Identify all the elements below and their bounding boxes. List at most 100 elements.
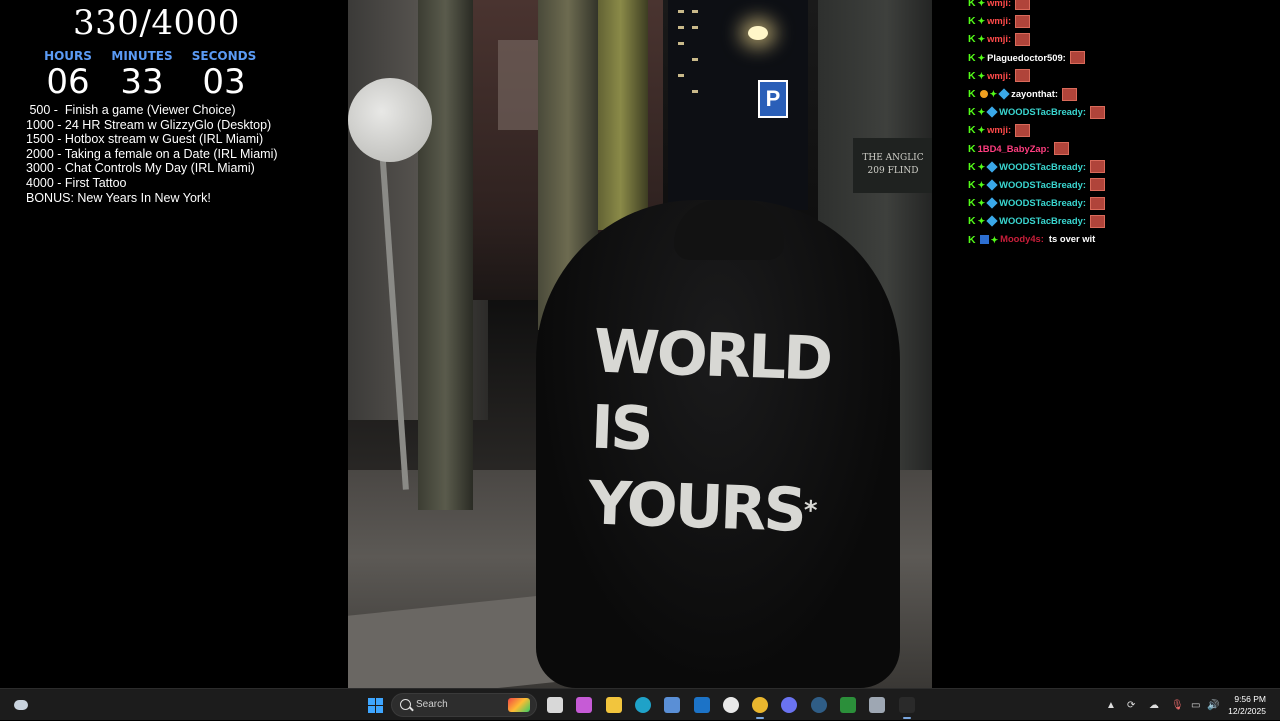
network-icon[interactable]: ▭ (1191, 689, 1200, 721)
onedrive-icon[interactable]: ☁ (1149, 689, 1159, 721)
chat-message: K ✦ wmji: (968, 67, 1268, 85)
chat-username[interactable]: wmji: (987, 12, 1011, 30)
microphone-icon[interactable]: 🎙 (1171, 689, 1184, 721)
gem-badge-icon (998, 88, 1010, 100)
building-sign: THE ANGLIC 209 FLIND (853, 138, 932, 193)
search-icon (400, 699, 411, 710)
chat-emote-icon (1015, 69, 1031, 83)
sparkle-badge-icon: ✦ (977, 107, 986, 118)
chat-emote-icon (1062, 87, 1078, 101)
chat-message: K ✦ WOODSTacBready: (968, 176, 1268, 194)
sync-icon[interactable]: ⟳ (1127, 689, 1135, 721)
gem-badge-icon (986, 161, 998, 173)
discord-icon[interactable] (778, 694, 800, 716)
file-explorer-icon[interactable] (603, 694, 625, 716)
goal-item: 1000 - 24 HR Stream w GlizzyGlo (Desktop… (26, 117, 272, 132)
volume-icon[interactable]: 🔊 (1207, 689, 1219, 721)
kick-badge-icon: K (968, 124, 976, 137)
chat-username[interactable]: Plaguedoctor509: (987, 49, 1066, 67)
chat-username[interactable]: WOODSTacBready: (999, 103, 1086, 121)
minutes-value: 33 (120, 62, 164, 102)
chat-username[interactable]: WOODSTacBready: (999, 158, 1086, 176)
kick-badge-icon: K (968, 51, 976, 64)
stream-video: THE ANGLIC 209 FLIND P WORLD IS YOURS* (348, 0, 932, 688)
chat-message: K 1BD4_BabyZap: (968, 140, 1268, 158)
outlook-icon[interactable] (691, 694, 713, 716)
minutes-label: MINUTES (111, 49, 173, 63)
weather-widget-icon[interactable] (10, 694, 32, 716)
chat-username[interactable]: Moody4s: (1000, 230, 1044, 248)
hoodie-text-line: WORLD (592, 316, 832, 395)
chat-emote-icon (1089, 160, 1105, 174)
chat-message: K ✦ WOODSTacBready: (968, 194, 1268, 212)
chat-emote-icon (1053, 142, 1069, 156)
hoodie-text-line: YOURS* (587, 468, 815, 546)
sub-goal-counter: 330/4000 (73, 3, 240, 43)
sparkle-badge-icon: ✦ (990, 234, 999, 245)
chat-username[interactable]: wmji: (987, 0, 1011, 12)
goal-item: 4000 - First Tattoo (26, 175, 127, 190)
store-icon[interactable] (661, 694, 683, 716)
person-head (674, 200, 784, 260)
chat-message: K ✦ wmji: (968, 12, 1268, 30)
start-button[interactable] (364, 694, 386, 716)
chat-username[interactable]: WOODSTacBready: (999, 212, 1086, 230)
chat-message: K ✦ wmji: (968, 0, 1268, 12)
sparkle-badge-icon: ✦ (977, 125, 986, 136)
chat-message: K ✦ WOODSTacBready: (968, 158, 1268, 176)
kick-badge-icon: K (968, 15, 976, 28)
kick-badge-icon: K (968, 215, 976, 228)
copilot-icon[interactable] (573, 694, 595, 716)
sub-goals-list: 500 - Finish a game (Viewer Choice) 1000… (26, 103, 346, 205)
gem-badge-icon (986, 179, 998, 191)
github-icon[interactable] (720, 694, 742, 716)
seconds-label: SECONDS (191, 49, 257, 63)
search-highlight-icon (508, 698, 530, 712)
sparkle-badge-icon: ✦ (977, 161, 986, 172)
kick-badge-icon: K (968, 178, 976, 191)
kick-badge-icon: K (968, 233, 976, 246)
edge-icon[interactable] (632, 694, 654, 716)
kick-badge-icon: K (968, 142, 976, 155)
chat-emote-icon (1015, 0, 1031, 10)
epic-games-icon[interactable] (896, 694, 918, 719)
goal-item: 1500 - Hotbox stream w Guest (IRL Miami) (26, 132, 264, 147)
gem-badge-icon (986, 106, 998, 118)
chat-emote-icon (1089, 178, 1105, 192)
chat-username[interactable]: WOODSTacBready: (999, 176, 1086, 194)
clock-time: 9:56 PM (1234, 694, 1266, 704)
sparkle-badge-icon: ✦ (977, 179, 986, 190)
chrome-icon[interactable] (749, 694, 771, 719)
chat-username[interactable]: 1BD4_BabyZap: (978, 140, 1050, 158)
chat-message: K ✦ WOODSTacBready: (968, 103, 1268, 121)
xbox-icon[interactable] (837, 694, 859, 716)
taskbar: Search ▲ ⟳ ☁ 🎙 ▭ 🔊 9:56 PM 12/2/2025 (0, 688, 1280, 720)
sign-line: 209 FLIND (867, 166, 919, 176)
tree-trunk (593, 0, 648, 230)
sparkle-badge-icon: ✦ (977, 16, 986, 27)
chat-username[interactable]: WOODSTacBready: (999, 194, 1086, 212)
steam-icon[interactable] (808, 694, 830, 716)
kick-badge-icon: K (968, 160, 976, 173)
goal-item: 2000 - Taking a female on a Date (IRL Mi… (26, 146, 278, 161)
goal-item: BONUS: New Years In New York! (26, 190, 211, 205)
task-view-icon[interactable] (544, 694, 566, 716)
verified-badge-icon (979, 235, 989, 245)
chat-emote-icon (1069, 51, 1085, 65)
clock-date: 12/2/2025 (1228, 706, 1266, 716)
chat-username[interactable]: wmji: (987, 30, 1011, 48)
taskbar-search[interactable]: Search (391, 693, 537, 717)
chat-emote-icon (1015, 14, 1031, 28)
chat-message: K ✦ zayonthat: (968, 85, 1268, 103)
sparkle-badge-icon: ✦ (977, 52, 986, 63)
settings-icon[interactable] (866, 694, 888, 716)
chat-username[interactable]: zayonthat: (1011, 85, 1058, 103)
chat-message: K ✦ Plaguedoctor509: (968, 49, 1268, 67)
chat-message: K ✦ wmji: (968, 30, 1268, 48)
show-hidden-icons-button[interactable]: ▲ (1106, 689, 1116, 721)
chat-username[interactable]: wmji: (987, 67, 1011, 85)
chat-text: ts over wit (1048, 233, 1096, 245)
kick-badge-icon: K (968, 88, 976, 101)
system-clock[interactable]: 9:56 PM 12/2/2025 (1228, 693, 1266, 717)
chat-username[interactable]: wmji: (987, 121, 1011, 139)
